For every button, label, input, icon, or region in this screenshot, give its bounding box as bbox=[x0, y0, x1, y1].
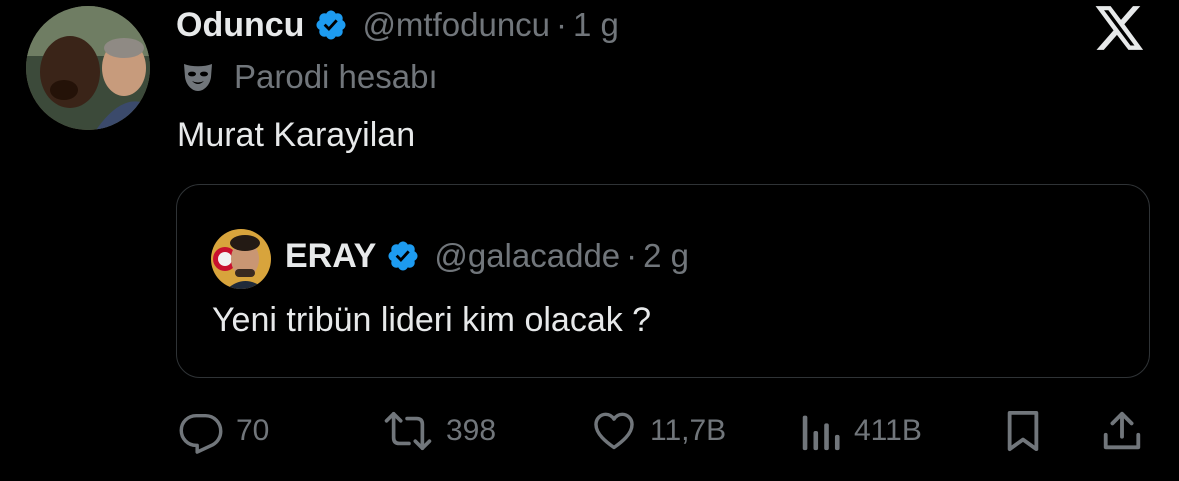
reply-count: 70 bbox=[236, 414, 270, 447]
author-header: Oduncu @mtfoduncu · 1 g bbox=[176, 0, 619, 50]
view-count: 411B bbox=[854, 414, 922, 447]
author-handle[interactable]: @mtfoduncu bbox=[362, 6, 550, 44]
tweet-text: Murat Karayilan bbox=[177, 116, 416, 154]
quoted-tweet-text: Yeni tribün lideri kim olacak ? bbox=[212, 301, 652, 339]
like-count: 11,7B bbox=[650, 414, 727, 447]
repost-count: 398 bbox=[446, 414, 497, 447]
quoted-author-avatar[interactable] bbox=[211, 229, 271, 289]
reply-button[interactable]: 70 bbox=[178, 406, 269, 456]
author-avatar[interactable] bbox=[26, 6, 150, 130]
verified-badge-icon bbox=[314, 8, 348, 42]
like-button[interactable]: 11,7B bbox=[590, 406, 726, 456]
share-icon bbox=[1098, 408, 1146, 454]
parody-account-label: Parodi hesabı bbox=[234, 58, 438, 95]
tweet: Oduncu @mtfoduncu · 1 g Parodi hesabı Mu… bbox=[0, 0, 1179, 481]
heart-icon bbox=[590, 408, 638, 454]
bookmark-button[interactable] bbox=[1002, 406, 1044, 456]
separator-dot: · bbox=[626, 237, 638, 274]
views-button[interactable]: 411B bbox=[798, 406, 922, 456]
quoted-timestamp[interactable]: 2 g bbox=[643, 237, 689, 275]
views-icon bbox=[798, 408, 842, 454]
action-bar: 70 398 11,7B 411B bbox=[0, 406, 1179, 456]
repost-icon bbox=[382, 408, 434, 454]
parody-label-row: Parodi hesabı bbox=[182, 58, 438, 96]
quoted-author-handle[interactable]: @galacadde bbox=[434, 237, 620, 275]
quoted-author-name[interactable]: ERAY bbox=[285, 237, 376, 276]
reply-icon bbox=[178, 408, 224, 454]
share-button[interactable] bbox=[1098, 406, 1146, 456]
x-logo-icon bbox=[1095, 6, 1145, 52]
verified-badge-icon bbox=[386, 239, 420, 273]
bookmark-icon bbox=[1002, 408, 1044, 454]
timestamp[interactable]: 1 g bbox=[573, 6, 619, 44]
repost-button[interactable]: 398 bbox=[382, 406, 496, 456]
quoted-header: ERAY @galacadde · 2 g bbox=[285, 231, 689, 281]
quoted-tweet[interactable]: ERAY @galacadde · 2 g Yeni tribün lideri… bbox=[176, 184, 1150, 378]
separator-dot: · bbox=[556, 6, 568, 43]
parody-mask-icon bbox=[182, 61, 214, 93]
author-name[interactable]: Oduncu bbox=[176, 6, 304, 45]
